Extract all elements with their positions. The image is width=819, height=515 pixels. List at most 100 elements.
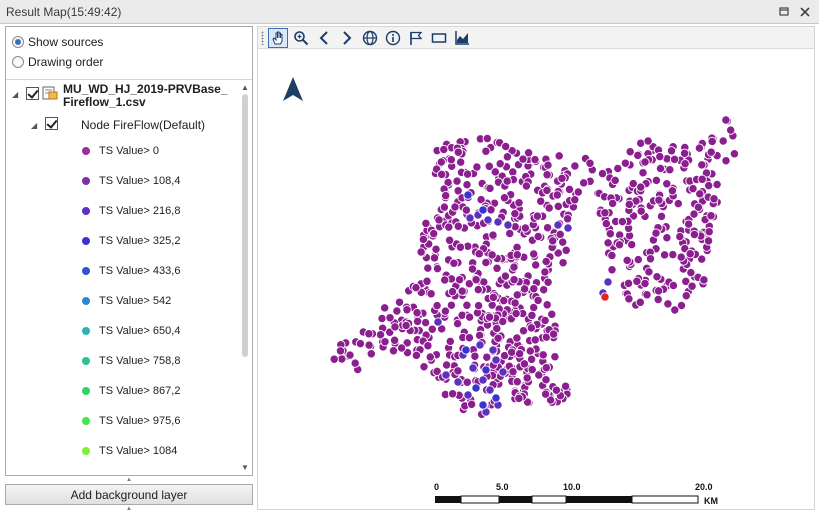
network-node [536, 196, 546, 206]
collapse-arrow-icon[interactable]: ◢ [12, 91, 20, 99]
layer-checkbox[interactable] [26, 87, 39, 100]
add-background-layer-button[interactable]: Add background layer [5, 484, 253, 505]
network-node [519, 359, 530, 369]
network-node [416, 247, 426, 257]
network-node [548, 236, 558, 246]
network-node [488, 345, 498, 355]
network-node [560, 381, 571, 391]
network-node [394, 297, 405, 307]
legend-item[interactable]: TS Value> 216,8 [82, 204, 180, 218]
radio-indicator[interactable] [12, 56, 24, 68]
network-node [703, 236, 714, 246]
network-node [396, 343, 407, 353]
layer-file-name[interactable]: MU_WD_HJ_2019-PRVBase_Fireflow_1.csv [63, 83, 233, 109]
close-icon[interactable] [797, 4, 813, 20]
network-node [570, 195, 580, 205]
network-node [445, 336, 455, 347]
legend-item[interactable]: TS Value> 325,2 [82, 234, 180, 248]
network-node [423, 263, 433, 273]
network-node [441, 370, 451, 380]
network-node [526, 323, 537, 333]
network-node [557, 173, 567, 184]
network-node [662, 179, 672, 189]
legend-item[interactable]: TS Value> 542 [82, 294, 171, 308]
network-node [521, 181, 532, 191]
network-node [512, 377, 522, 387]
network-node [651, 175, 662, 186]
chart-icon[interactable] [452, 28, 472, 48]
network-node [475, 340, 485, 350]
network-node [665, 165, 675, 175]
network-node [613, 163, 623, 174]
network-node [436, 157, 446, 167]
network-node [570, 161, 580, 171]
previous-extent-icon[interactable] [314, 28, 334, 48]
legend-item[interactable]: TS Value> 867,2 [82, 384, 180, 398]
network-node [441, 360, 452, 370]
node-group-checkbox[interactable] [45, 117, 58, 130]
legend-color-swatch [82, 357, 90, 365]
network-node [539, 285, 549, 295]
network-nodes [329, 115, 740, 419]
radio-indicator[interactable] [12, 36, 24, 48]
splitter-up-icon[interactable]: ▲ [5, 506, 253, 512]
drawing-order-radio[interactable]: Drawing order [12, 54, 103, 70]
legend-item[interactable]: TS Value> 650,4 [82, 324, 180, 338]
network-node [500, 271, 511, 281]
scroll-up-icon[interactable]: ▲ [241, 83, 249, 92]
network-node [423, 341, 433, 351]
legend-item[interactable]: TS Value> 108,4 [82, 174, 180, 188]
network-node [605, 229, 615, 239]
legend-item[interactable]: TS Value> 975,6 [82, 414, 180, 428]
zoom-icon[interactable] [291, 28, 311, 48]
network-node [653, 294, 663, 305]
globe-icon[interactable] [360, 28, 380, 48]
network-node [603, 277, 613, 287]
flag-icon[interactable] [406, 28, 426, 48]
network-node [542, 300, 552, 310]
network-node [718, 136, 728, 146]
splitter-up-icon[interactable]: ▲ [5, 477, 253, 483]
network-node [542, 185, 552, 196]
network-node [502, 176, 512, 186]
legend-label: TS Value> 0 [99, 145, 160, 157]
network-node [491, 355, 501, 365]
info-icon[interactable] [383, 28, 403, 48]
network-node [464, 312, 475, 322]
scrollbar-thumb[interactable] [242, 94, 248, 357]
next-extent-icon[interactable] [337, 28, 357, 48]
legend-item[interactable]: TS Value> 433,6 [82, 264, 180, 278]
network-node [632, 276, 642, 286]
node-group-label[interactable]: Node FireFlow(Default) [81, 118, 205, 132]
vertical-scrollbar[interactable]: ▲ ▼ [238, 80, 252, 475]
network-node [478, 400, 488, 410]
scroll-down-icon[interactable]: ▼ [241, 463, 249, 472]
network-node [377, 313, 387, 324]
rectangle-icon[interactable] [429, 28, 449, 48]
legend-item[interactable]: TS Value> 0 [82, 144, 159, 158]
network-node [510, 298, 520, 308]
pan-hand-icon[interactable] [268, 28, 288, 48]
network-node [704, 180, 714, 191]
collapse-arrow-icon[interactable]: ◢ [31, 122, 39, 130]
pin-icon[interactable] [776, 4, 792, 20]
network-node [453, 147, 463, 157]
legend-item[interactable]: TS Value> 758,8 [82, 354, 180, 368]
show-sources-radio[interactable]: Show sources [12, 34, 103, 50]
network-node [645, 254, 656, 264]
scale-unit: KM [704, 496, 718, 506]
network-node [670, 305, 680, 315]
network-node [485, 385, 495, 395]
network-node [432, 300, 442, 311]
toolbar-grip[interactable] [261, 31, 264, 45]
legend-item[interactable]: TS Value> 1084 [82, 444, 177, 458]
network-node [484, 312, 495, 322]
network-node [610, 175, 620, 186]
network-node [437, 169, 447, 180]
map-canvas[interactable]: 0 5.0 10.0 20.0 KM [258, 50, 814, 510]
network-node [543, 160, 553, 170]
network-node [721, 115, 731, 125]
network-node [533, 231, 543, 242]
legend-color-swatch [82, 177, 90, 185]
network-node [558, 237, 568, 247]
